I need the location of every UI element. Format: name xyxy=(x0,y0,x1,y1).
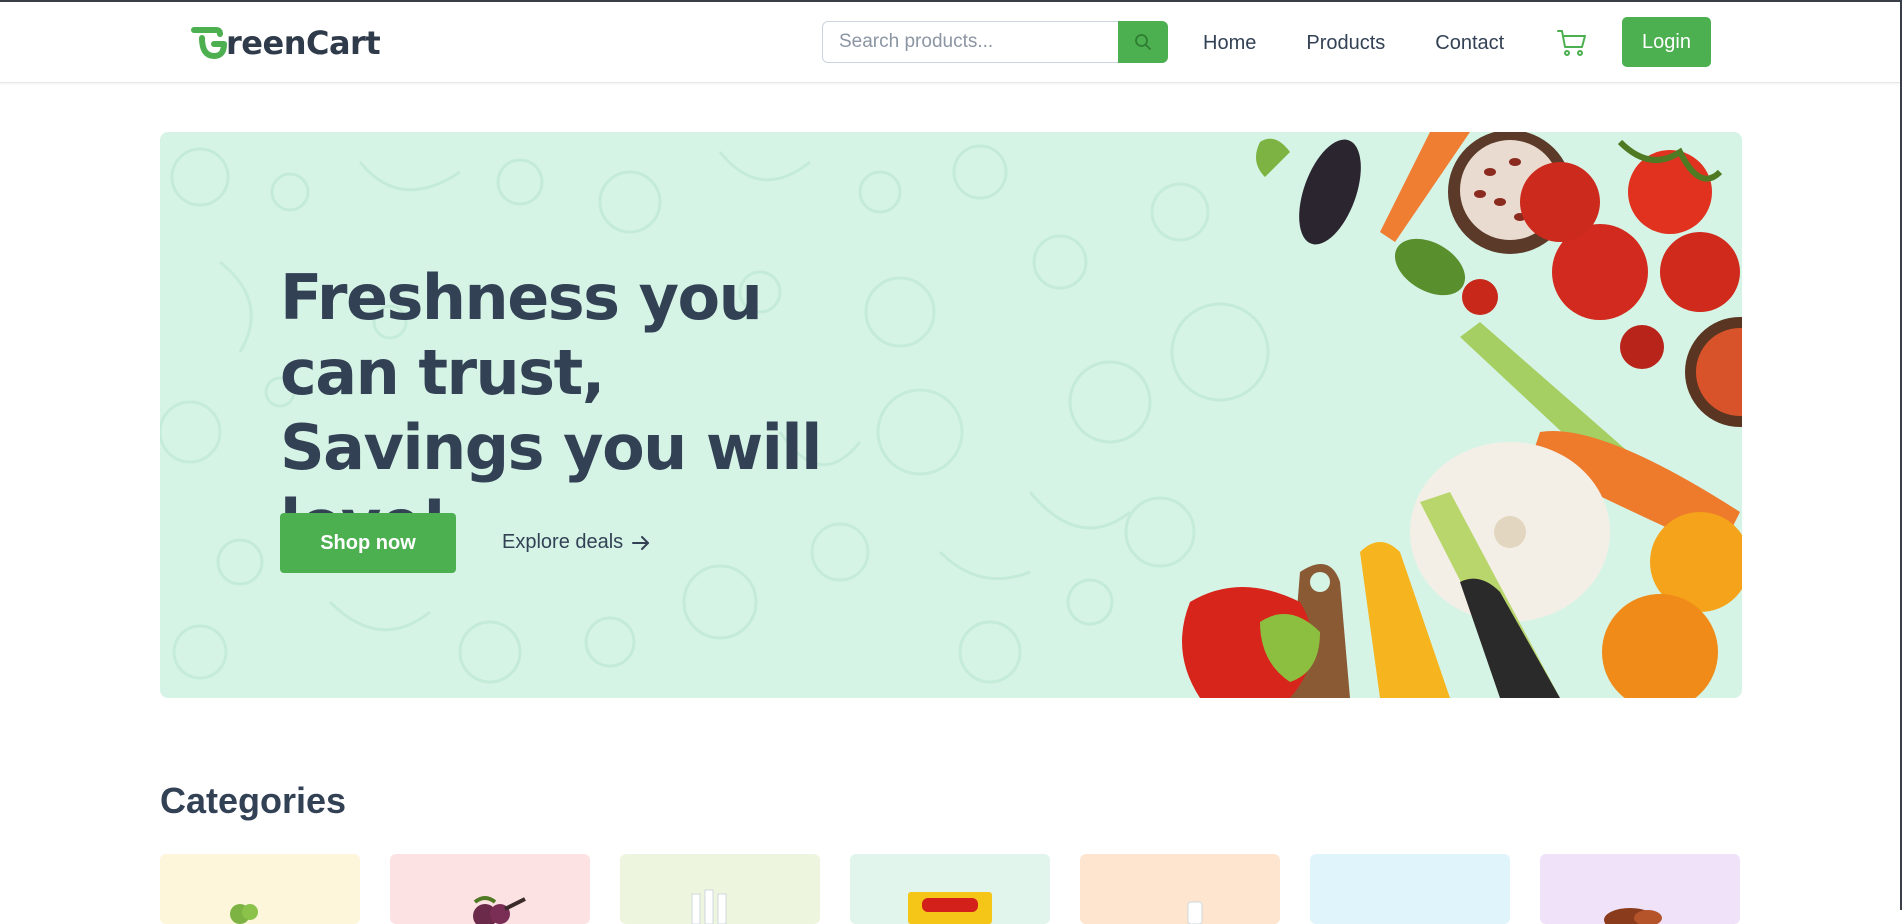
dairy-icon xyxy=(1187,901,1203,924)
main-nav: Home Products Contact xyxy=(1203,32,1554,55)
category-card-dairy[interactable] xyxy=(1080,854,1280,924)
instant-food-icon xyxy=(908,892,992,924)
basil-leaf-shape xyxy=(1394,238,1466,296)
nav-products-link[interactable]: Products xyxy=(1306,32,1385,55)
explore-deals-label: Explore deals xyxy=(502,531,624,553)
category-card-instant-food[interactable] xyxy=(850,854,1050,924)
search-bar xyxy=(822,21,1168,63)
search-input[interactable] xyxy=(822,21,1118,63)
categories-row xyxy=(160,854,1740,924)
category-card-fruits[interactable] xyxy=(390,854,590,924)
eggplant-shape xyxy=(1299,139,1361,245)
vegetables-icon xyxy=(230,904,258,924)
categories-title: Categories xyxy=(160,780,347,821)
logo[interactable]: reenCart xyxy=(190,22,381,64)
explore-deals-link[interactable]: Explore deals xyxy=(502,531,651,554)
search-button[interactable] xyxy=(1118,21,1168,63)
drinks-icon xyxy=(691,889,727,924)
category-card-vegetables[interactable] xyxy=(160,854,360,924)
nav-contact-link[interactable]: Contact xyxy=(1435,32,1504,55)
vegetables-illustration xyxy=(1182,132,1742,698)
logo-g-icon xyxy=(191,27,227,59)
fruits-icon xyxy=(473,896,526,924)
grains-icon xyxy=(1604,908,1662,924)
category-card-bakery[interactable] xyxy=(1310,854,1510,924)
arrow-right-icon xyxy=(632,535,650,550)
search-icon xyxy=(1135,34,1151,50)
cart-icon[interactable] xyxy=(1557,29,1587,57)
category-card-grains[interactable] xyxy=(1540,854,1740,924)
cucumber-shape xyxy=(1256,138,1290,177)
nav-home-link[interactable]: Home xyxy=(1203,32,1256,55)
hero-banner: Freshness you can trust, Savings you wil… xyxy=(160,132,1742,698)
logo-text: reenCart xyxy=(226,24,381,62)
shop-now-button[interactable]: Shop now xyxy=(280,513,456,573)
category-card-drinks[interactable] xyxy=(620,854,820,924)
site-header: reenCart Home Products Contact Login xyxy=(0,2,1900,83)
login-button[interactable]: Login xyxy=(1622,17,1711,67)
